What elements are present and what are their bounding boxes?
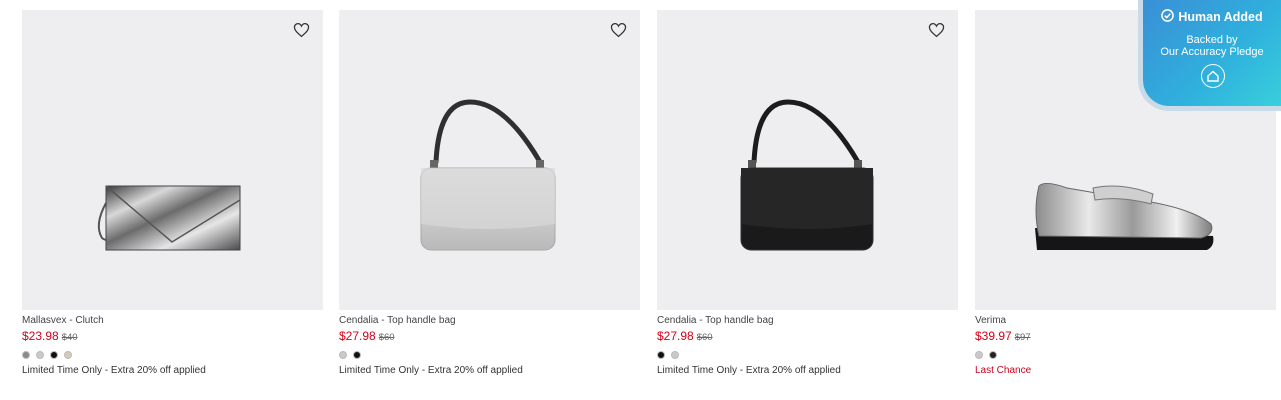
color-swatch[interactable] (671, 351, 679, 359)
sale-price: $27.98 (657, 329, 694, 343)
product-name[interactable]: Cendalia - Top handle bag (339, 315, 640, 327)
product-name[interactable]: Cendalia - Top handle bag (657, 315, 958, 327)
color-swatch[interactable] (64, 351, 72, 359)
product-image[interactable] (339, 10, 640, 310)
promo-text: Limited Time Only - Extra 20% off applie… (22, 365, 206, 376)
badge-subtitle: Backed by Our Accuracy Pledge (1143, 34, 1281, 58)
color-swatches (657, 350, 958, 360)
heart-outline-icon[interactable] (926, 20, 946, 40)
color-swatch[interactable] (989, 351, 997, 359)
promo-text: Last Chance (975, 365, 1032, 376)
original-price: $97 (1014, 332, 1031, 343)
home-icon[interactable] (1201, 64, 1225, 88)
badge-line-1: Backed by (1186, 34, 1238, 46)
sale-price: $39.97 (975, 329, 1012, 343)
original-price: $60 (378, 332, 395, 343)
sale-price: $27.98 (339, 329, 376, 343)
price-row: $39.97 $97 (975, 329, 1276, 345)
heart-outline-icon[interactable] (608, 20, 628, 40)
original-price: $40 (61, 332, 78, 343)
product-card[interactable]: Cendalia - Top handle bag $27.98 $60 Limi… (339, 10, 640, 377)
product-name[interactable]: Mallasvex - Clutch (22, 315, 323, 327)
product-card[interactable]: Cendalia - Top handle bag $27.98 $60 Limi… (657, 10, 958, 377)
color-swatch[interactable] (975, 351, 983, 359)
product-image[interactable] (22, 10, 323, 310)
badge-title-row: Human Added (1143, 9, 1281, 25)
color-swatches (975, 350, 1276, 360)
color-swatch[interactable] (353, 351, 361, 359)
price-row: $27.98 $60 (339, 329, 640, 345)
sale-price: $23.98 (22, 329, 59, 343)
color-swatch[interactable] (339, 351, 347, 359)
original-price: $60 (696, 332, 713, 343)
accuracy-pledge-badge[interactable]: Human Added Backed by Our Accuracy Pledg… (1143, 0, 1281, 106)
product-image[interactable] (657, 10, 958, 310)
color-swatch[interactable] (50, 351, 58, 359)
color-swatches (339, 350, 640, 360)
promo-text: Limited Time Only - Extra 20% off applie… (657, 365, 841, 376)
color-swatch[interactable] (22, 351, 30, 359)
product-grid: Mallasvex - Clutch $23.98 $40 Limited Tim… (0, 0, 1281, 400)
badge-title: Human Added (1178, 10, 1263, 24)
product-card[interactable]: Mallasvex - Clutch $23.98 $40 Limited Tim… (22, 10, 323, 377)
heart-outline-icon[interactable] (291, 20, 311, 40)
promo-text: Limited Time Only - Extra 20% off applie… (339, 365, 523, 376)
color-swatch[interactable] (657, 351, 665, 359)
badge-line-2: Our Accuracy Pledge (1160, 46, 1264, 58)
price-row: $23.98 $40 (22, 329, 323, 345)
price-row: $27.98 $60 (657, 329, 958, 345)
check-circle-icon (1161, 9, 1175, 25)
product-name[interactable]: Verima (975, 315, 1276, 327)
color-swatches (22, 350, 323, 360)
color-swatch[interactable] (36, 351, 44, 359)
